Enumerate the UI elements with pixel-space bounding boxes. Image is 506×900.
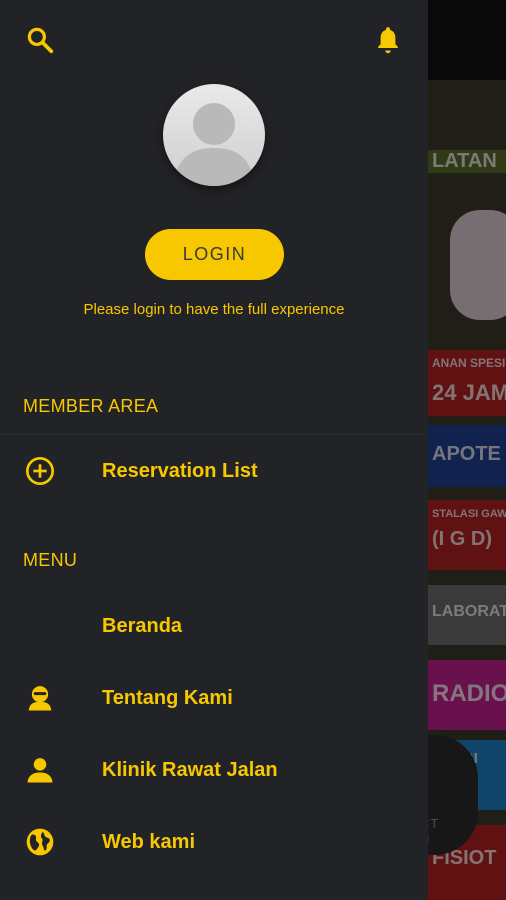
menu-item-label: Web kami [102, 830, 195, 853]
globe-icon [24, 826, 56, 858]
member-area-title: MEMBER AREA [23, 396, 159, 416]
menu-item-label: Klinik Rawat Jalan [102, 758, 278, 781]
menu-item-beranda[interactable]: Beranda [0, 596, 428, 656]
menu-item-tentang-kami[interactable]: Tentang Kami [0, 668, 428, 728]
bell-icon [378, 27, 398, 54]
menu-title: MENU [23, 550, 78, 570]
menu-item-reservation-list[interactable]: Reservation List [0, 441, 428, 501]
add-circle-icon [24, 455, 56, 487]
login-button[interactable]: LOGIN [145, 229, 284, 280]
person-icon [24, 754, 56, 786]
search-icon [27, 27, 54, 54]
divider [0, 434, 428, 435]
menu-item-label: Beranda [102, 614, 183, 637]
menu-item-label: Tentang Kami [102, 686, 233, 709]
navigation-drawer: LOGIN Please login to have the full expe… [0, 0, 428, 900]
face-icon [24, 682, 56, 714]
search-button[interactable] [24, 24, 56, 56]
menu-item-klinik-rawat-jalan[interactable]: Klinik Rawat Jalan [0, 740, 428, 800]
avatar[interactable] [163, 84, 265, 186]
login-hint-text: Please login to have the full experience [83, 301, 345, 318]
menu-item-label: Reservation List [102, 459, 258, 482]
default-avatar-icon [173, 103, 255, 186]
menu-item-web-kami[interactable]: Web kami [0, 812, 428, 872]
notification-button[interactable] [372, 24, 404, 56]
